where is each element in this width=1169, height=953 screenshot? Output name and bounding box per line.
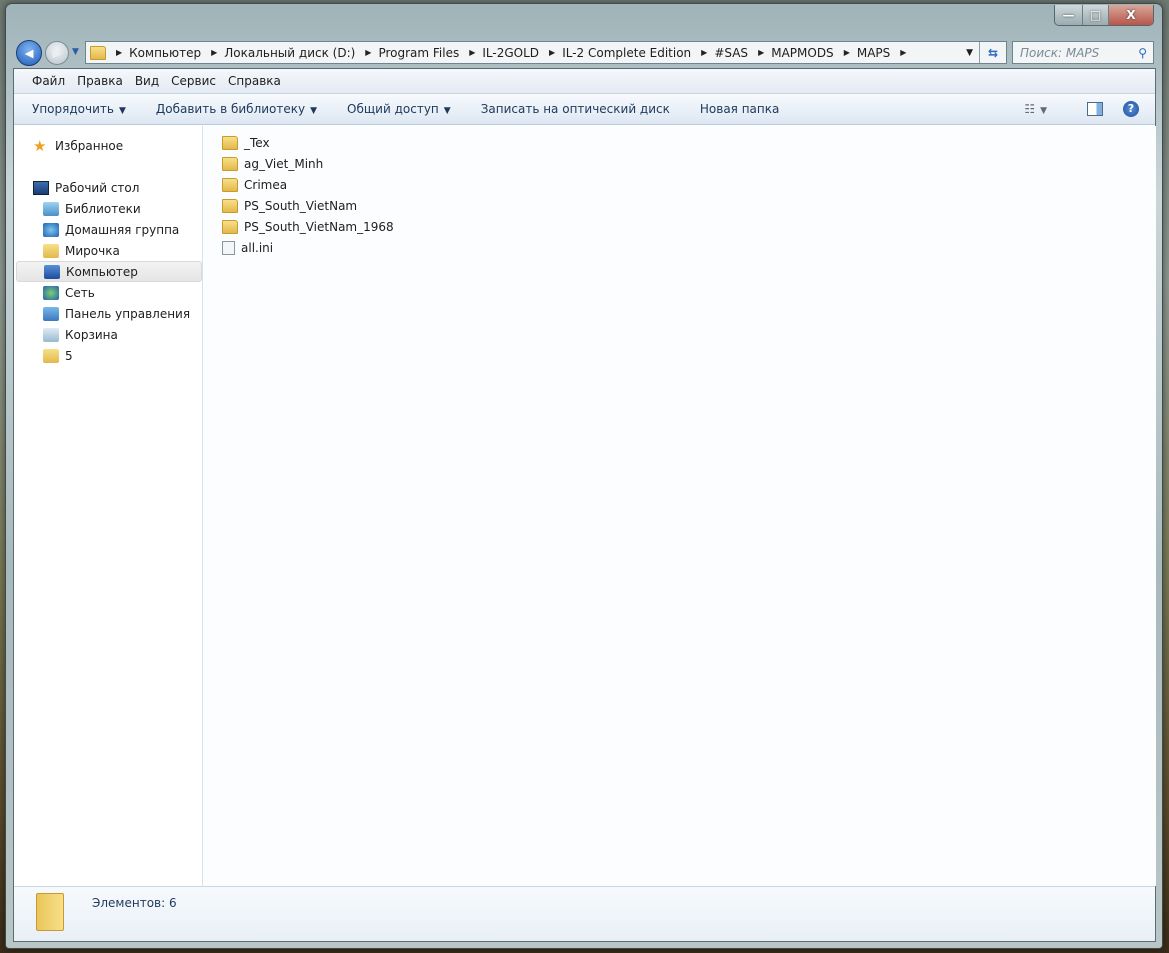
back-arrow-icon: ◀ [24, 46, 34, 60]
folder-icon [222, 156, 238, 171]
chevron-right-icon: ▶ [758, 48, 765, 57]
breadcrumb-item[interactable]: ▶ Program Files [357, 46, 459, 60]
address-bar[interactable]: ▶ Компьютер ▶ Локальный диск (D:) ▶ Program F… [85, 41, 1007, 64]
menu-item[interactable]: Вид [135, 74, 159, 88]
breadcrumb-item[interactable]: ▶ MAPS [836, 46, 891, 60]
folder-icon [222, 135, 238, 150]
navigation-pane: ★ Избранное Рабочий стол Библиотеки Домашн… [14, 126, 203, 886]
chevron-right-icon: ▶ [211, 48, 218, 57]
nav-item[interactable]: Библиотеки [16, 198, 202, 219]
folder-icon [222, 177, 238, 192]
folder-icon [43, 348, 59, 363]
view-grid-icon: ☷ [1024, 102, 1036, 116]
new-folder-button[interactable]: Новая папка [700, 102, 779, 116]
breadcrumb-item[interactable]: ▶ #SAS [693, 46, 748, 60]
nav-desktop[interactable]: Рабочий стол [16, 177, 202, 198]
nav-item[interactable]: Сеть [16, 282, 202, 303]
folder-icon [222, 198, 238, 213]
file-item[interactable]: Crimea [222, 174, 287, 195]
preview-pane-button[interactable] [1087, 102, 1103, 116]
explorer-window: — □ X ◀ ▶ ▼ ▶ Компьютер ▶ Локальный диск (D… [5, 3, 1163, 949]
item-count: Элементов: 6 [92, 896, 177, 910]
chevron-down-icon: ▼ [443, 106, 451, 116]
nav-item[interactable]: Панель управления [16, 303, 202, 324]
star-icon: ★ [33, 136, 47, 155]
nav-item[interactable]: Домашняя группа [16, 219, 202, 240]
homegroup-icon [43, 222, 59, 237]
computer-icon [44, 264, 60, 279]
share-button[interactable]: Общий доступ ▼ [347, 102, 451, 116]
search-icon[interactable]: ⚲ [1138, 46, 1147, 60]
network-icon [43, 285, 59, 300]
file-item[interactable]: _Tex [222, 132, 270, 153]
nav-item[interactable]: Компьютер [16, 261, 202, 282]
chevron-right-icon: ▶ [549, 48, 556, 57]
chevron-right-icon: ▶ [469, 48, 476, 57]
menu-bar: Файл Правка Вид Сервис Справка [14, 69, 1155, 94]
breadcrumb-item[interactable]: ▶ MAPMODS [750, 46, 834, 60]
chevron-right-icon: ▶ [843, 48, 850, 57]
refresh-icon: ⇆ [987, 45, 999, 60]
breadcrumb-item[interactable]: ▶ IL-2 Complete Edition [541, 46, 691, 60]
nav-item[interactable]: 5 [16, 345, 202, 366]
breadcrumb-item[interactable]: ▶ Локальный диск (D:) [203, 46, 355, 60]
library-icon [43, 201, 59, 216]
chevron-down-icon: ▼ [118, 106, 126, 116]
chevron-right-icon: ▶ [900, 48, 907, 57]
chevron-down-icon: ▼ [310, 106, 318, 116]
close-button[interactable]: X [1108, 5, 1153, 25]
breadcrumb-chevron[interactable]: ▶ [892, 48, 913, 57]
maximize-button[interactable]: □ [1082, 5, 1108, 25]
menu-item[interactable]: Правка [77, 74, 123, 88]
menu-item[interactable]: Справка [228, 74, 281, 88]
file-item[interactable]: PS_South_VietNam [222, 195, 357, 216]
forward-button[interactable]: ▶ [45, 41, 69, 65]
folder-icon [222, 219, 238, 234]
menu-item[interactable]: Сервис [171, 74, 216, 88]
back-button[interactable]: ◀ [16, 40, 42, 66]
organize-button[interactable]: Упорядочить ▼ [32, 102, 126, 116]
chevron-down-icon: ▼ [1040, 106, 1047, 116]
file-item[interactable]: PS_South_VietNam_1968 [222, 216, 394, 237]
control-panel-icon [43, 306, 59, 321]
recent-pages-dropdown[interactable]: ▼ [72, 47, 79, 57]
nav-favorites[interactable]: ★ Избранное [16, 135, 202, 156]
command-bar: Упорядочить ▼ Добавить в библиотеку ▼ Общи… [14, 94, 1155, 125]
minimize-button[interactable]: — [1055, 5, 1082, 25]
caption-buttons: — □ X [1054, 5, 1154, 26]
chevron-right-icon: ▶ [701, 48, 708, 57]
add-to-library-button[interactable]: Добавить в библиотеку ▼ [156, 102, 317, 116]
help-button[interactable]: ? [1123, 101, 1139, 117]
desktop-icon [33, 180, 49, 195]
recycle-bin-icon [43, 327, 59, 342]
nav-item[interactable]: Корзина [16, 324, 202, 345]
search-placeholder: Поиск: MAPS [1020, 45, 1100, 60]
details-pane: Элементов: 6 [14, 886, 1155, 941]
file-item[interactable]: ag_Viet_Minh [222, 153, 323, 174]
refresh-button[interactable]: ⇆ [979, 42, 1006, 63]
breadcrumb-item[interactable]: ▶ Компьютер [108, 46, 201, 60]
settings-file-icon [222, 240, 235, 255]
burn-button[interactable]: Записать на оптический диск [481, 102, 670, 116]
view-options-button[interactable]: ☷ ▼ [1024, 102, 1047, 116]
menu-item[interactable]: Файл [32, 74, 65, 88]
nav-item[interactable]: Мирочка [16, 240, 202, 261]
chevron-right-icon: ▶ [365, 48, 372, 57]
breadcrumb-item[interactable]: ▶ IL-2GOLD [461, 46, 539, 60]
user-folder-icon [43, 243, 59, 258]
search-input[interactable]: Поиск: MAPS ⚲ [1012, 41, 1154, 64]
file-list: _Tex ag_Viet_Minh Crimea PS_South_VietNam PS… [204, 126, 1156, 886]
address-history-dropdown[interactable]: ▼ [960, 48, 979, 58]
explorer-body: Файл Правка Вид Сервис Справка Упорядочить ▼ … [13, 68, 1156, 942]
folder-large-icon [36, 893, 64, 931]
file-item[interactable]: all.ini [222, 237, 273, 258]
forward-arrow-icon: ▶ [52, 46, 62, 60]
folder-icon [90, 45, 106, 60]
chevron-right-icon: ▶ [116, 48, 123, 57]
